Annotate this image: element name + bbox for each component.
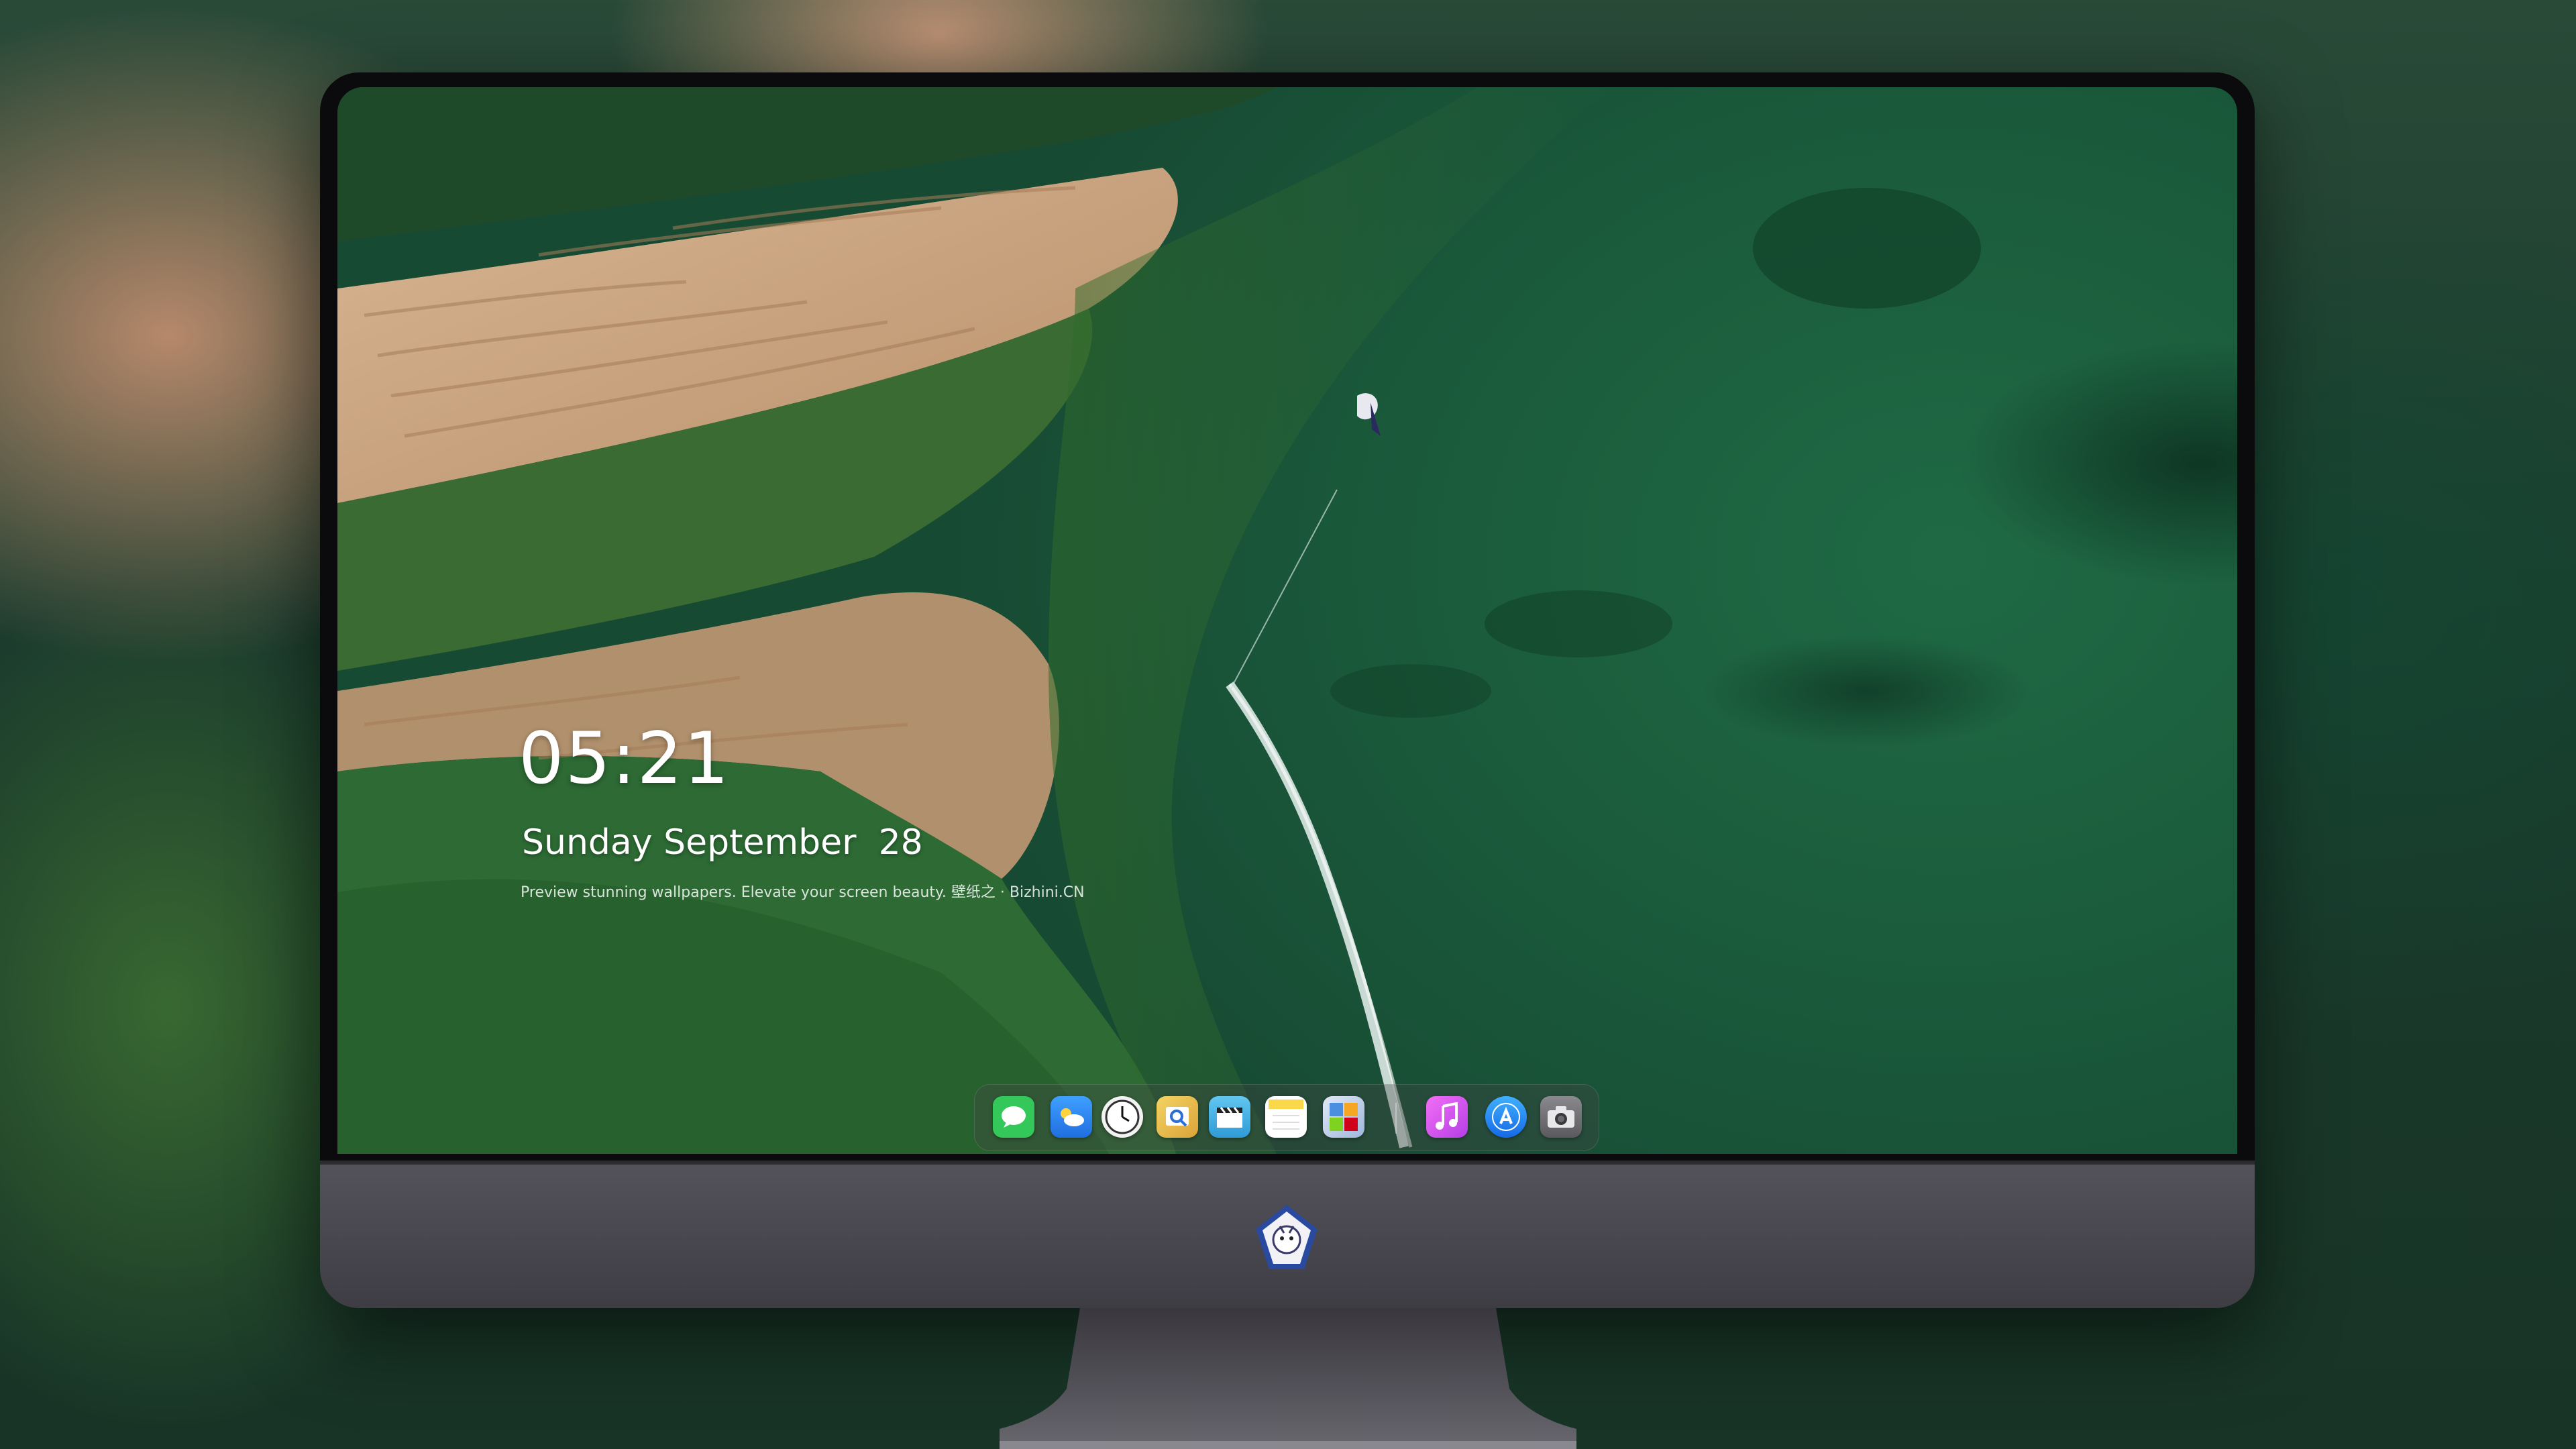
clapperboard-icon[interactable] (1209, 1096, 1250, 1138)
chin-divider (320, 1161, 2255, 1165)
lockscreen-clock: 05:21 (519, 717, 731, 800)
desktop-screen (337, 87, 2237, 1154)
camera-icon[interactable] (1540, 1096, 1582, 1138)
music-note-icon[interactable] (1426, 1096, 1468, 1138)
clock-icon[interactable] (1102, 1096, 1143, 1138)
messages-icon[interactable] (993, 1096, 1034, 1138)
app-store-icon[interactable] (1485, 1096, 1527, 1138)
brand-logo (1256, 1205, 1318, 1269)
dock-separator (1395, 1103, 1397, 1134)
monitor-stand (1000, 1308, 1576, 1449)
lockscreen-tagline: Preview stunning wallpapers. Elevate you… (521, 884, 1085, 901)
wallpaper-wake (1226, 681, 1413, 1148)
weather-icon[interactable] (1051, 1096, 1092, 1138)
lockscreen-date: Sunday September 28 (522, 822, 923, 863)
notes-icon[interactable] (1265, 1096, 1307, 1138)
photo-booth-icon[interactable] (1323, 1096, 1364, 1138)
wallpaper-kite (1229, 393, 1381, 692)
preview-icon[interactable] (1157, 1096, 1198, 1138)
